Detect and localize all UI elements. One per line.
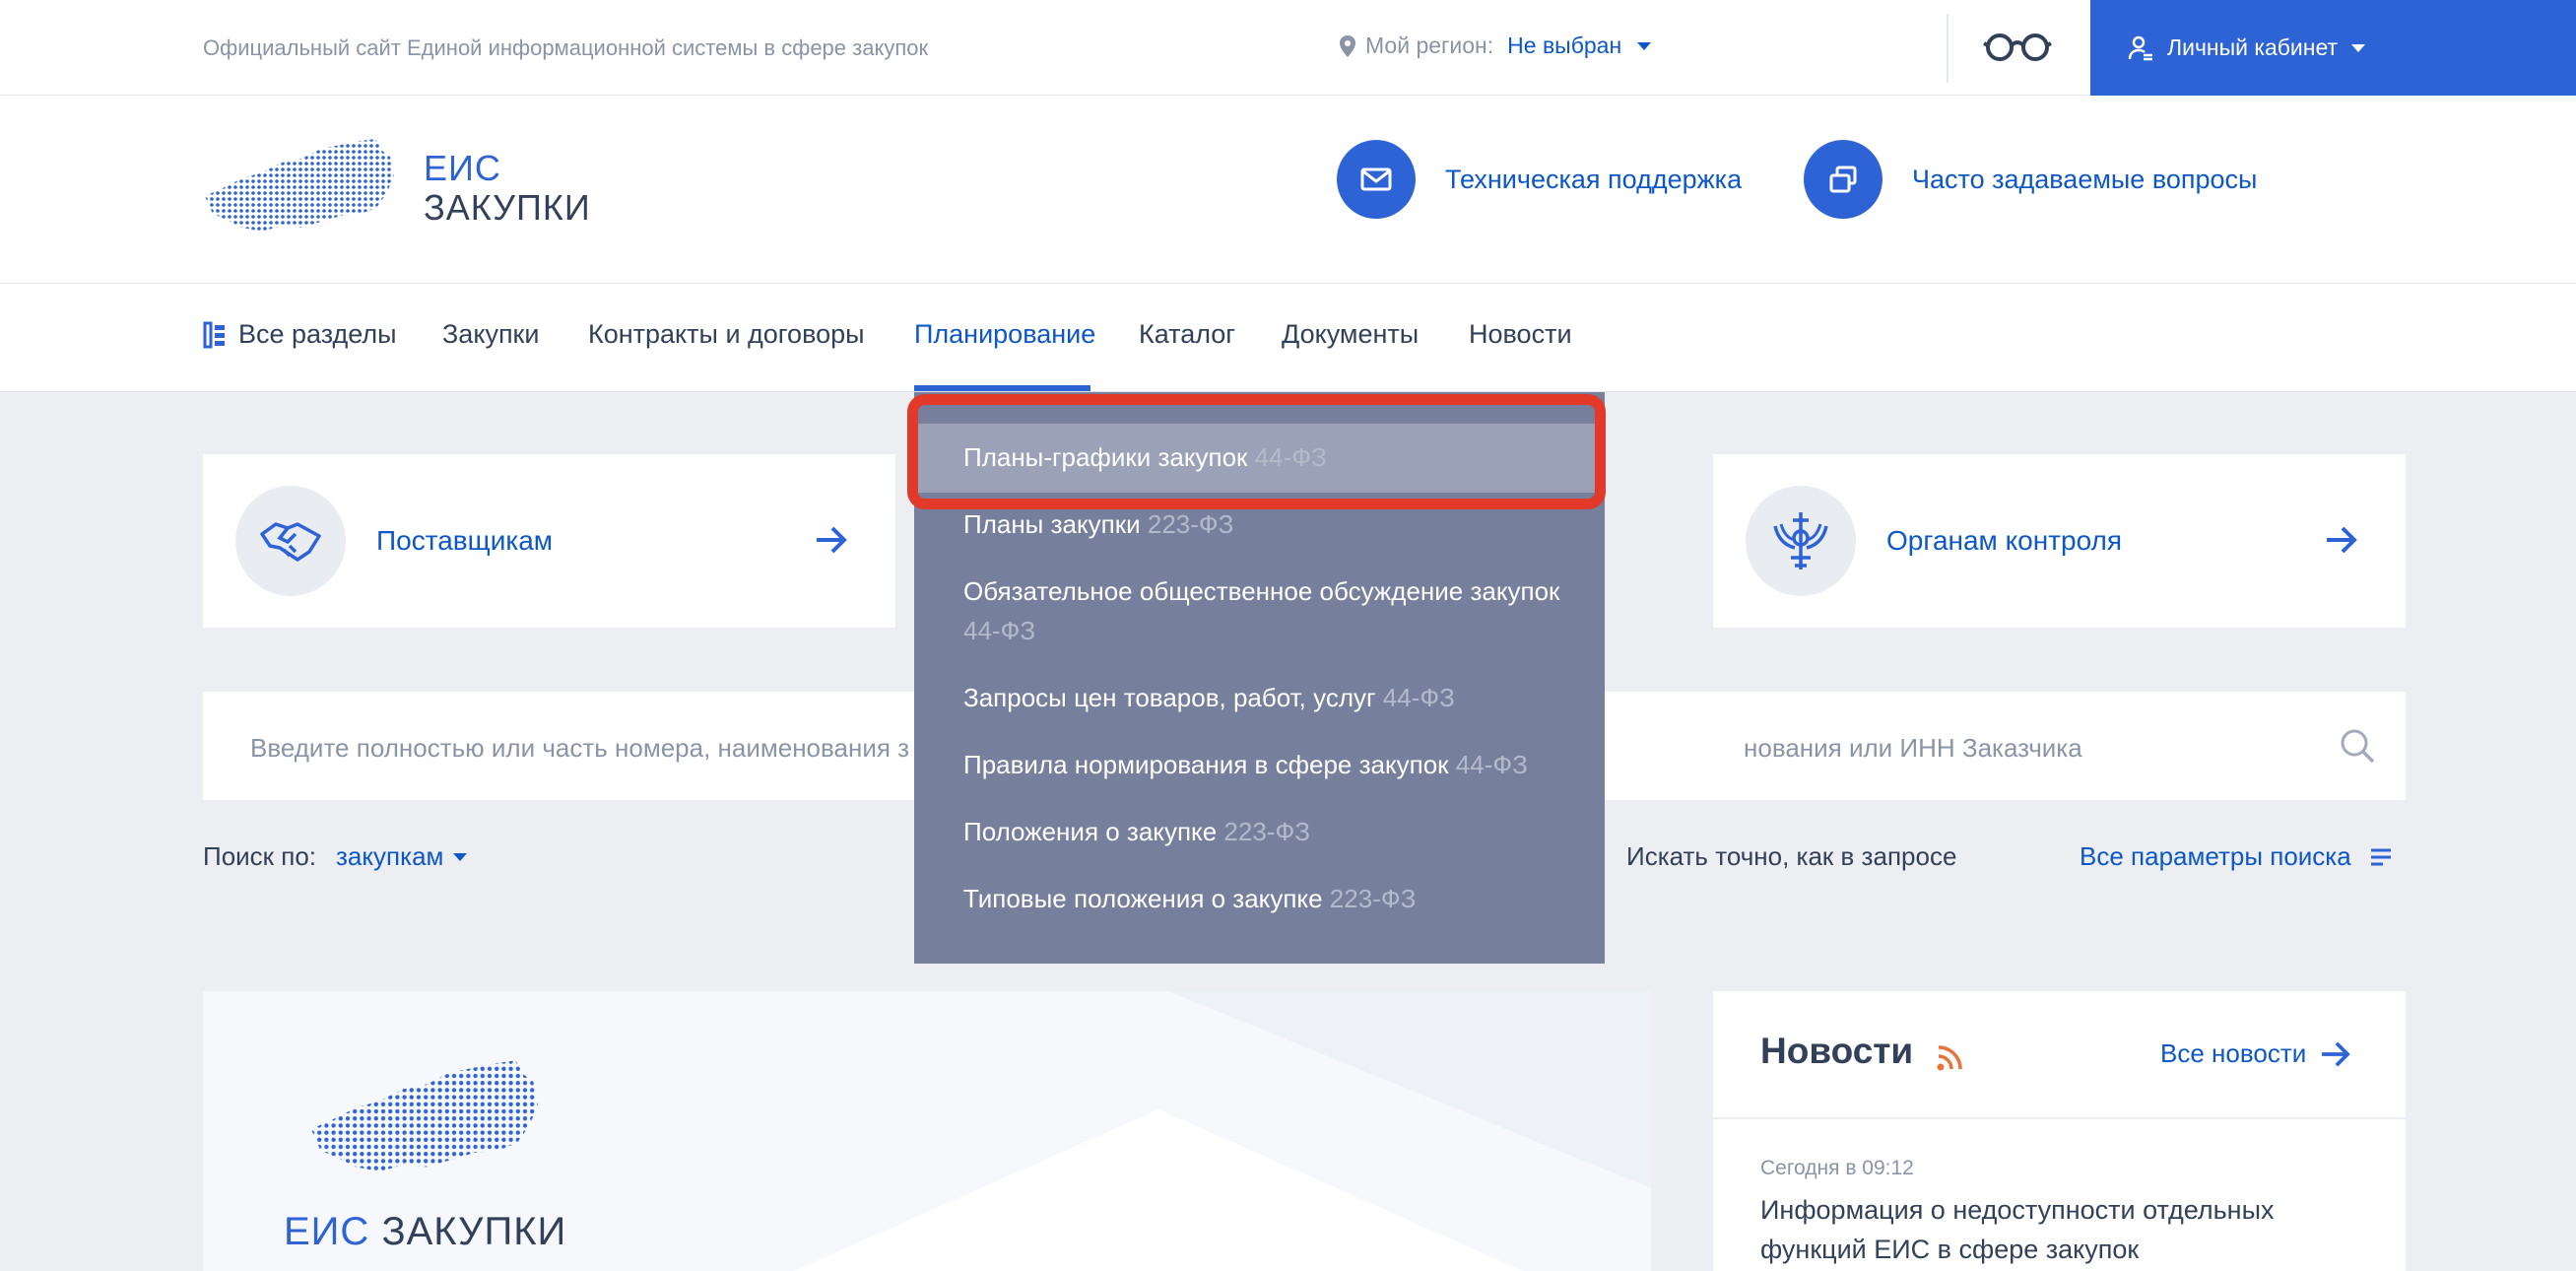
menu-item-standard-regulations[interactable]: Типовые положения о закупке 223-ФЗ bbox=[963, 879, 1574, 918]
menu-item-label: Положения о закупке bbox=[963, 817, 1218, 846]
menu-item-rationing-rules[interactable]: Правила нормирования в сфере закупок 44-… bbox=[963, 745, 1574, 784]
all-params-label: Все параметры поиска bbox=[2080, 841, 2351, 871]
search-icon[interactable] bbox=[2339, 727, 2376, 765]
tech-support-link[interactable]: Техническая поддержка bbox=[1337, 140, 1742, 219]
logo-line-eis: ЕИС bbox=[424, 148, 501, 188]
banner-background-shape bbox=[794, 991, 1651, 1271]
tech-support-label: Техническая поддержка bbox=[1445, 164, 1743, 194]
menu-item-label: Планы закупки bbox=[963, 509, 1141, 539]
menu-item-price-requests[interactable]: Запросы цен товаров, работ, услуг 44-ФЗ bbox=[963, 678, 1574, 717]
all-news-link[interactable]: Все новости bbox=[2160, 1038, 2351, 1069]
faq-icon bbox=[1804, 140, 1882, 219]
control-label: Органам контроля bbox=[1886, 525, 2123, 556]
menu-item-public-discussion[interactable]: Обязательное общественное обсуждение зак… bbox=[963, 571, 1574, 650]
main-nav: Все разделы Закупки Контракты и договоры… bbox=[0, 284, 2576, 392]
user-icon bbox=[2128, 35, 2152, 60]
site-title: Официальный сайт Единой информационной с… bbox=[203, 35, 929, 60]
nav-item-all-sections[interactable]: Все разделы bbox=[203, 319, 397, 350]
search-by-select[interactable]: закупкам bbox=[336, 841, 468, 872]
arrow-right-icon bbox=[2327, 526, 2357, 554]
nav-item-contracts[interactable]: Контракты и договоры bbox=[588, 319, 865, 350]
cabinet-label: Личный кабинет bbox=[2167, 34, 2339, 60]
faq-label: Часто задаваемые вопросы bbox=[1912, 164, 2258, 194]
search-placeholder: Введите полностью или часть номера, наим… bbox=[250, 733, 910, 763]
arrow-right-icon bbox=[2322, 1040, 2351, 1067]
suppliers-card[interactable]: Поставщикам bbox=[203, 454, 895, 628]
banner-logo-zakupki: ЗАКУПКИ bbox=[381, 1210, 567, 1253]
banner-logo-text: ЕИС ЗАКУПКИ bbox=[284, 1210, 566, 1254]
all-search-params-link[interactable]: Все параметры поиска bbox=[2080, 841, 2393, 872]
personal-cabinet-button[interactable]: Личный кабинет bbox=[2090, 0, 2576, 96]
region-selector[interactable]: Мой регион: Не выбран bbox=[1338, 33, 1652, 59]
divider bbox=[1713, 1117, 2406, 1119]
handshake-icon bbox=[235, 486, 346, 596]
emblem-icon bbox=[1746, 486, 1856, 596]
active-tab-indicator bbox=[914, 385, 1090, 391]
highlight-annotation-frame bbox=[907, 394, 1606, 509]
news-headline[interactable]: Информация о недоступности отдельных фун… bbox=[1760, 1190, 2351, 1269]
promo-banner[interactable]: ЕИС ЗАКУПКИ bbox=[203, 991, 1651, 1271]
search-placeholder-tail: нования или ИНН Заказчика bbox=[1744, 733, 2082, 763]
arrow-right-icon bbox=[817, 526, 847, 554]
menu-item-label: Правила нормирования в сфере закупок bbox=[963, 750, 1449, 779]
russia-map-logo-icon[interactable] bbox=[203, 137, 396, 235]
filter-lines-icon bbox=[2370, 848, 2391, 865]
suppliers-label: Поставщикам bbox=[376, 525, 554, 556]
chevron-down-icon bbox=[2351, 43, 2366, 52]
menu-item-label: Запросы цен товаров, работ, услуг bbox=[963, 683, 1376, 712]
divider bbox=[1947, 14, 1949, 83]
law-badge: 44-ФЗ bbox=[963, 616, 1036, 645]
search-by-label: Поиск по: bbox=[203, 841, 317, 871]
logo-text[interactable]: ЕИС ЗАКУПКИ bbox=[424, 149, 591, 228]
top-bar: Официальный сайт Единой информационной с… bbox=[0, 0, 2576, 96]
nav-item-planning[interactable]: Планирование bbox=[914, 319, 1095, 350]
sections-icon bbox=[203, 321, 225, 348]
nav-item-documents[interactable]: Документы bbox=[1282, 319, 1419, 350]
news-panel: Новости Все новости Сегодня в 09:12 Инфо… bbox=[1713, 991, 2406, 1271]
region-value[interactable]: Не выбран bbox=[1507, 33, 1621, 59]
russia-map-logo-icon bbox=[310, 1060, 539, 1172]
nav-item-purchases[interactable]: Закупки bbox=[442, 319, 539, 350]
rss-icon[interactable] bbox=[1936, 1042, 1965, 1072]
law-badge: 44-ФЗ bbox=[1455, 750, 1528, 779]
header: ЕИС ЗАКУПКИ Техническая поддержка Часто … bbox=[0, 96, 2576, 284]
law-badge: 223-ФЗ bbox=[1329, 884, 1417, 913]
nav-label: Все разделы bbox=[238, 319, 397, 349]
logo-line-zakupki: ЗАКУПКИ bbox=[424, 187, 591, 228]
law-badge: 223-ФЗ bbox=[1147, 509, 1234, 539]
nav-item-news[interactable]: Новости bbox=[1469, 319, 1572, 350]
location-pin-icon bbox=[1340, 34, 1355, 57]
all-news-label: Все новости bbox=[2160, 1038, 2307, 1068]
region-label: Мой регион: bbox=[1365, 33, 1494, 58]
chevron-down-icon bbox=[1637, 41, 1652, 50]
menu-item-label: Типовые положения о закупке bbox=[963, 884, 1323, 913]
menu-item-label: Обязательное общественное обсуждение зак… bbox=[963, 576, 1560, 606]
banner-logo-eis: ЕИС bbox=[284, 1210, 370, 1253]
menu-item-procurement-regulations[interactable]: Положения о закупке 223-ФЗ bbox=[963, 812, 1574, 851]
chevron-down-icon bbox=[453, 852, 468, 861]
glasses-icon[interactable] bbox=[1982, 30, 2053, 65]
menu-item-purchase-plans[interactable]: Планы закупки 223-ФЗ bbox=[963, 504, 1574, 544]
news-date: Сегодня в 09:12 bbox=[1760, 1157, 1914, 1179]
law-badge: 223-ФЗ bbox=[1223, 817, 1310, 846]
law-badge: 44-ФЗ bbox=[1382, 683, 1455, 712]
exact-search-option[interactable]: Искать точно, как в запросе bbox=[1626, 841, 1956, 872]
nav-item-catalog[interactable]: Каталог bbox=[1139, 319, 1235, 350]
news-title: Новости bbox=[1760, 1031, 1914, 1071]
control-bodies-card[interactable]: Органам контроля bbox=[1713, 454, 2406, 628]
search-by-value: закупкам bbox=[336, 841, 444, 871]
mail-icon bbox=[1337, 140, 1416, 219]
faq-link[interactable]: Часто задаваемые вопросы bbox=[1804, 140, 2257, 219]
